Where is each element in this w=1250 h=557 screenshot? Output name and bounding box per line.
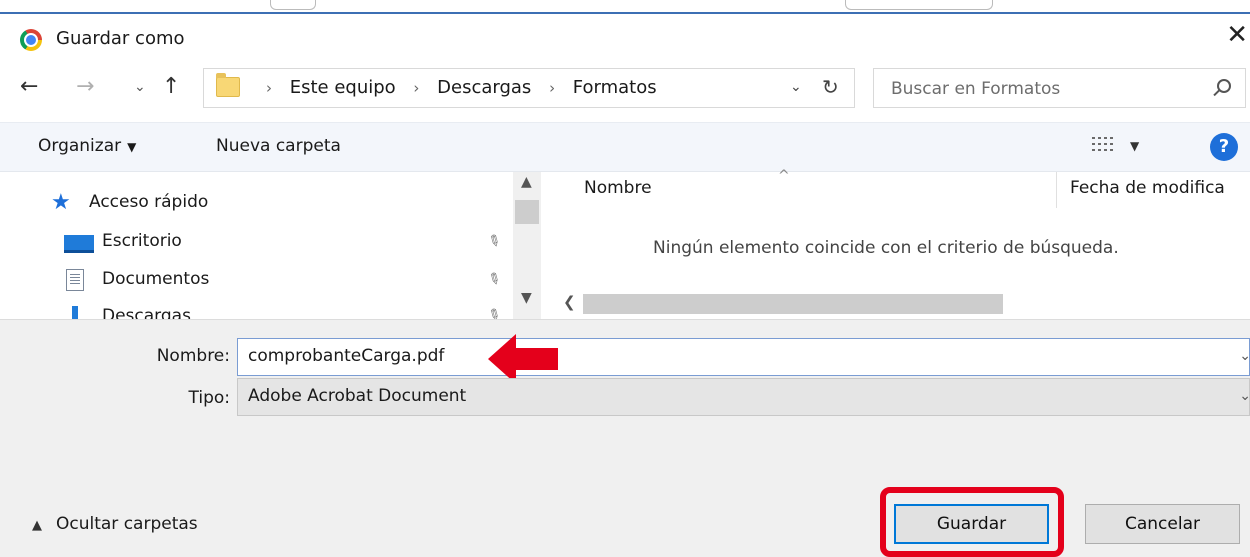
breadcrumb: › Este equipo › Descargas › Formatos: [254, 77, 657, 98]
pin-icon[interactable]: ✎: [484, 230, 504, 252]
breadcrumb-separator-icon[interactable]: ›: [549, 79, 555, 97]
search-placeholder: Buscar en Formatos: [891, 79, 1061, 99]
filename-value: comprobanteCarga.pdf: [248, 346, 445, 366]
folder-icon: [216, 73, 240, 97]
background-window-strip: [0, 0, 1250, 14]
command-toolbar: Organizar ▼ Nueva carpeta ▼ ?: [0, 122, 1250, 172]
breadcrumb-item-formatos[interactable]: Formatos: [573, 77, 657, 98]
back-arrow-icon[interactable]: ←: [20, 76, 38, 98]
filename-label: Nombre:: [156, 346, 230, 366]
documents-icon: [66, 269, 84, 291]
search-input[interactable]: Buscar en Formatos: [873, 68, 1246, 108]
caret-down-icon[interactable]: ▼: [1130, 139, 1139, 153]
sidebar-item-label: Escritorio: [102, 231, 182, 251]
scroll-up-icon[interactable]: ▲: [521, 174, 532, 190]
organize-label: Organizar: [38, 136, 122, 156]
breadcrumb-item-este-equipo[interactable]: Este equipo: [290, 77, 396, 98]
chrome-icon: [20, 29, 42, 51]
downloads-icon: [72, 306, 78, 319]
scroll-down-icon[interactable]: ▼: [521, 290, 532, 306]
address-dropdown-icon[interactable]: ⌄: [790, 79, 802, 95]
scroll-thumb[interactable]: [515, 200, 539, 224]
address-bar[interactable]: › Este equipo › Descargas › Formatos ⌄ ↻: [203, 68, 855, 108]
sidebar-item-escritorio[interactable]: Escritorio: [64, 231, 182, 253]
chevron-down-icon[interactable]: ⌄: [1239, 348, 1250, 364]
sidebar-item-label: Descargas: [102, 306, 191, 319]
column-header-name[interactable]: Nombre: [584, 178, 652, 198]
navigation-pane: ★ Acceso rápido Escritorio ✎ Documentos …: [0, 172, 553, 319]
save-button[interactable]: Guardar: [894, 504, 1049, 544]
empty-state-message: Ningún elemento coincide con el criterio…: [653, 238, 1119, 258]
column-header-date[interactable]: Fecha de modifica: [1070, 178, 1225, 198]
hide-folders-toggle[interactable]: ▲ Ocultar carpetas: [32, 514, 198, 534]
filetype-select[interactable]: Adobe Acrobat Document ⌄: [237, 378, 1250, 416]
sort-ascending-icon: ^: [778, 168, 790, 184]
forward-arrow-icon[interactable]: →: [76, 76, 94, 98]
help-icon[interactable]: ?: [1210, 133, 1238, 161]
new-folder-button[interactable]: Nueva carpeta: [216, 136, 341, 156]
caret-down-icon: ▼: [127, 140, 137, 154]
file-list: ^ Nombre Fecha de modifica Ningún elemen…: [553, 168, 1250, 319]
sidebar-item-descargas[interactable]: Descargas: [72, 306, 191, 319]
vertical-scrollbar[interactable]: ▲ ▼: [513, 172, 541, 319]
refresh-icon[interactable]: ↻: [822, 75, 839, 99]
sidebar-item-label: Documentos: [102, 269, 210, 289]
recent-locations-chevron-icon[interactable]: ⌄: [134, 80, 146, 94]
background-tab: [270, 0, 316, 10]
up-arrow-icon[interactable]: ↑: [162, 76, 180, 98]
breadcrumb-separator-icon[interactable]: ›: [413, 79, 419, 97]
pin-icon[interactable]: ✎: [484, 268, 504, 290]
filename-field[interactable]: comprobanteCarga.pdf ⌄: [237, 338, 1250, 376]
scroll-left-icon[interactable]: ❮: [563, 293, 576, 311]
pin-icon[interactable]: ✎: [484, 304, 504, 319]
sidebar-item-acceso-rapido[interactable]: ★ Acceso rápido: [51, 190, 209, 215]
title-bar: Guardar como ✕: [0, 16, 1250, 62]
annotation-arrow-icon: [488, 334, 558, 384]
horizontal-scrollbar[interactable]: ❮: [553, 293, 1250, 315]
view-options-icon[interactable]: [1092, 137, 1114, 153]
hide-folders-label: Ocultar carpetas: [56, 514, 198, 534]
search-icon: [1217, 79, 1231, 93]
window-title: Guardar como: [56, 28, 185, 49]
close-icon[interactable]: ✕: [1226, 22, 1248, 48]
organize-button[interactable]: Organizar ▼: [38, 136, 136, 156]
filetype-label: Tipo:: [188, 388, 230, 408]
filetype-value: Adobe Acrobat Document: [248, 386, 467, 406]
breadcrumb-item-descargas[interactable]: Descargas: [437, 77, 531, 98]
chevron-down-icon[interactable]: ⌄: [1239, 388, 1250, 404]
scroll-thumb[interactable]: [583, 294, 1003, 314]
background-tab: [845, 0, 993, 10]
cancel-button[interactable]: Cancelar: [1085, 504, 1240, 544]
star-icon: ★: [51, 190, 71, 215]
save-form: Nombre: comprobanteCarga.pdf ⌄ Tipo: Ado…: [0, 319, 1250, 557]
chevron-up-icon: ▲: [32, 518, 42, 533]
sidebar-item-label: Acceso rápido: [89, 192, 209, 212]
sidebar-item-documentos[interactable]: Documentos: [66, 269, 210, 291]
navigation-bar: ← → ⌄ ↑ › Este equipo › Descargas › Form…: [0, 62, 1250, 118]
desktop-icon: [64, 235, 94, 253]
column-divider[interactable]: [1056, 172, 1057, 208]
breadcrumb-separator-icon[interactable]: ›: [266, 79, 272, 97]
